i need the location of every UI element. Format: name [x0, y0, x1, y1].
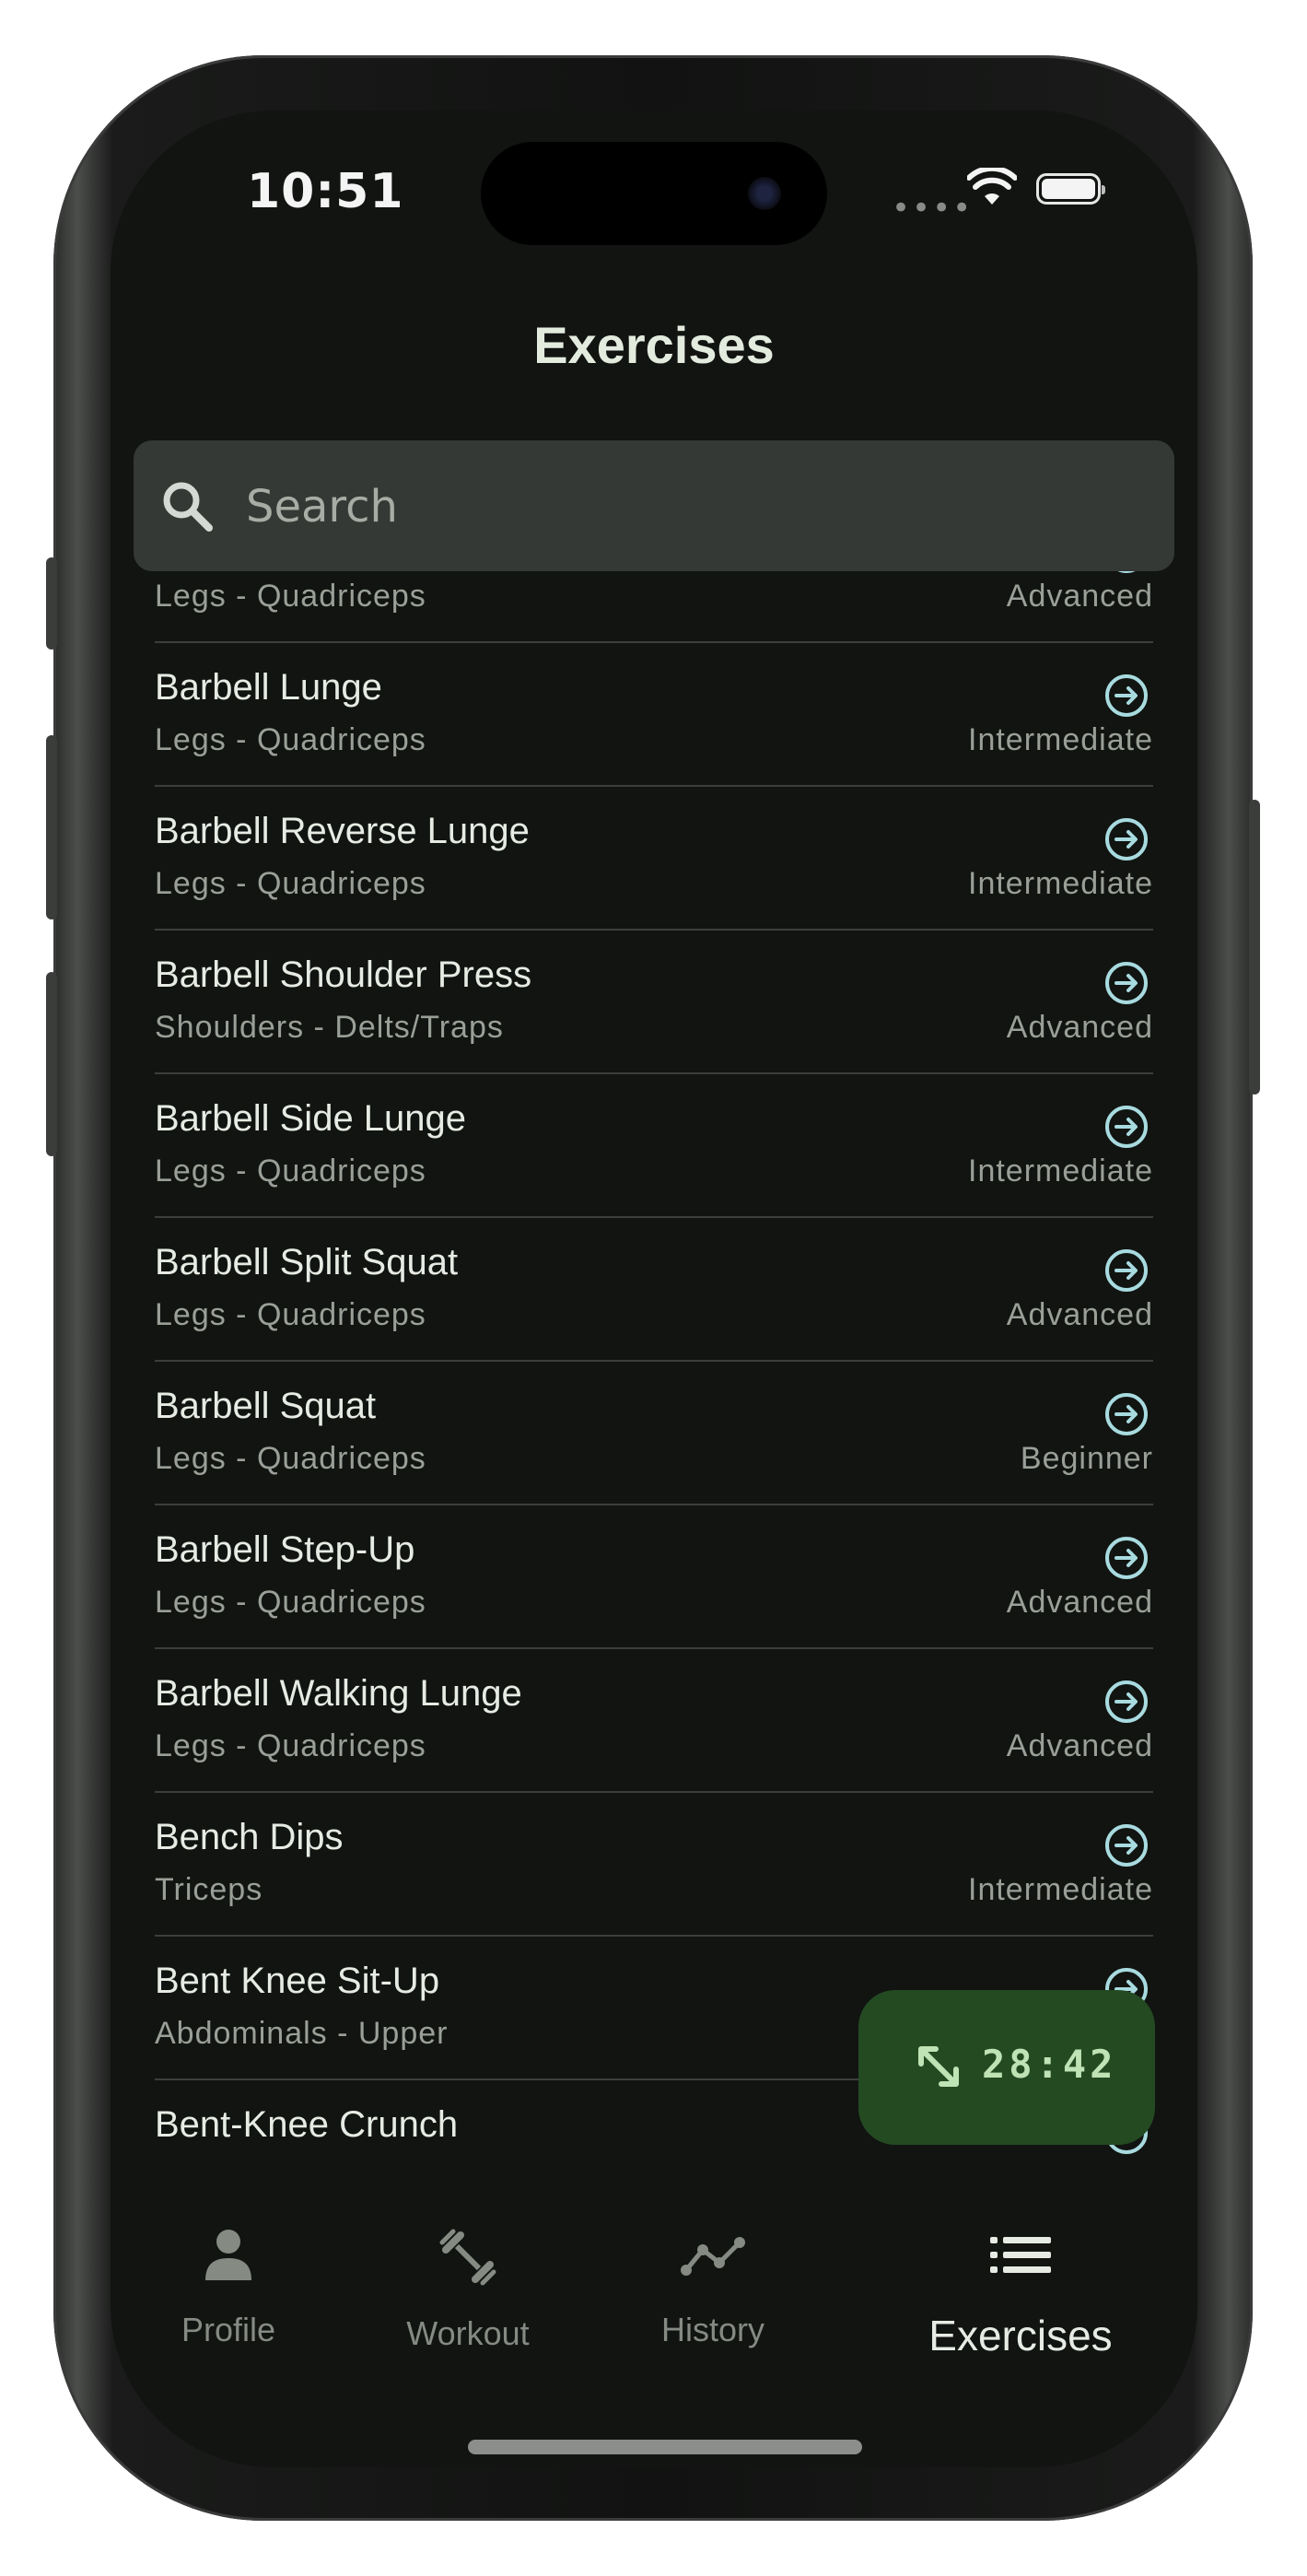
- exercise-category: Legs - Quadriceps: [155, 579, 426, 614]
- exercise-name: Barbell Shoulder Press: [155, 954, 532, 995]
- exercise-category: Abdominals - Upper: [155, 2016, 449, 2051]
- exercise-name: Barbell Step-Up: [155, 1529, 415, 1570]
- exercise-level: Advanced: [1006, 1585, 1153, 1620]
- arrow-circle-right-icon[interactable]: [1103, 571, 1149, 575]
- phone-side-button: [1249, 800, 1260, 1095]
- search-icon: [163, 482, 213, 532]
- exercise-row[interactable]: Bench Dips Triceps Intermediate: [155, 1793, 1153, 1937]
- arrow-circle-right-icon[interactable]: [1103, 1822, 1149, 1868]
- page-title: Exercises: [533, 316, 775, 374]
- tab-label: Workout: [406, 2314, 530, 2352]
- arrow-circle-right-icon[interactable]: [1103, 960, 1149, 1006]
- tab-label: Exercises: [928, 2312, 1113, 2359]
- exercise-name: Barbell Lunge: [155, 667, 382, 708]
- exercise-row[interactable]: Barbell Hack SquatLegs - QuadricepsAdvan…: [155, 571, 1153, 643]
- exercise-level: Advanced: [1006, 1010, 1153, 1045]
- tab-history[interactable]: History: [623, 2191, 803, 2394]
- phone-volume-down-button: [46, 972, 57, 1156]
- status-bar: 10:51 ••••: [111, 111, 1197, 286]
- home-indicator: [468, 2440, 862, 2454]
- wifi-icon: [967, 168, 1017, 205]
- exercise-category: Triceps: [155, 1872, 263, 1907]
- arrow-circle-right-icon[interactable]: [1103, 1391, 1149, 1437]
- arrow-circle-right-icon[interactable]: [1103, 1104, 1149, 1150]
- arrow-circle-right-icon[interactable]: [1103, 673, 1149, 719]
- exercise-list[interactable]: Barbell Hack SquatLegs - QuadricepsAdvan…: [111, 571, 1197, 2190]
- exercise-row[interactable]: Barbell Step-Up Legs - Quadriceps Advanced: [155, 1505, 1153, 1649]
- exercise-row[interactable]: Barbell Side Lunge Legs - Quadriceps Inter…: [155, 1074, 1153, 1218]
- search-input[interactable]: [244, 466, 1132, 547]
- exercise-row[interactable]: Barbell Squat Legs - Quadriceps Beginner: [155, 1362, 1153, 1505]
- exercise-level: Beginner: [1020, 1441, 1153, 1476]
- exercise-name: Bent-Knee Crunch: [155, 2104, 459, 2145]
- exercise-category: Legs - Quadriceps: [155, 722, 426, 757]
- tab-label: Profile: [181, 2311, 276, 2348]
- exercise-name: Barbell Squat: [155, 1386, 377, 1426]
- exercise-row[interactable]: Barbell Split Squat Legs - Quadriceps Adva…: [155, 1218, 1153, 1362]
- exercise-category: Legs - Quadriceps: [155, 1153, 426, 1188]
- exercise-category: Legs - Quadriceps: [155, 1585, 426, 1620]
- camera-icon: [748, 177, 781, 210]
- phone-volume-up-button: [46, 735, 57, 919]
- exercise-name: Barbell Walking Lunge: [155, 1673, 522, 1714]
- exercise-row[interactable]: Barbell Walking Lunge Legs - Quadriceps Ad…: [155, 1649, 1153, 1793]
- exercise-level: Intermediate: [968, 722, 1153, 757]
- exercise-row[interactable]: Barbell Shoulder Press Shoulders - Delts/…: [155, 931, 1153, 1074]
- exercise-category: Shoulders - Delts/Traps: [155, 1010, 504, 1045]
- exercise-category: Legs - Quadriceps: [155, 1441, 426, 1476]
- search-bar[interactable]: [134, 440, 1174, 571]
- tab-workout[interactable]: Workout: [378, 2191, 558, 2394]
- tab-label: History: [660, 2311, 764, 2348]
- arrow-circle-right-icon[interactable]: [1103, 816, 1149, 862]
- chart-line-icon: [681, 2237, 745, 2276]
- exercise-level: Intermediate: [968, 866, 1153, 901]
- exercise-name: Barbell Side Lunge: [155, 1098, 467, 1139]
- screen: 10:51 •••• Exercises Barbell Hack SquatL…: [111, 111, 1197, 2467]
- exercise-category: Legs - Quadriceps: [155, 1297, 426, 1332]
- exercise-name: Barbell Reverse Lunge: [155, 811, 530, 851]
- phone-action-button: [46, 557, 57, 650]
- exercise-name: Bent Knee Sit-Up: [155, 1961, 440, 2001]
- exercise-level: Advanced: [1006, 579, 1153, 614]
- arrow-circle-right-icon[interactable]: [1103, 1535, 1149, 1581]
- exercise-level: Intermediate: [968, 1872, 1153, 1907]
- exercise-category: Legs - Quadriceps: [155, 1728, 426, 1763]
- workout-timer-value: 28:42: [982, 2042, 1117, 2087]
- exercise-name: Barbell Split Squat: [155, 1242, 459, 1282]
- dumbbell-icon: [439, 2229, 496, 2286]
- tab-exercises[interactable]: Exercises: [912, 2191, 1129, 2394]
- exercise-level: Advanced: [1006, 1297, 1153, 1332]
- list-icon: [990, 2237, 1051, 2273]
- exercise-row[interactable]: Barbell Lunge Legs - Quadriceps Intermedia…: [155, 643, 1153, 787]
- exercise-name: Bench Dips: [155, 1817, 344, 1857]
- exercise-level: Intermediate: [968, 1153, 1153, 1188]
- workout-timer-button[interactable]: 28:42: [858, 1990, 1155, 2145]
- exercise-row[interactable]: Barbell Reverse Lunge Legs - Quadriceps In…: [155, 787, 1153, 931]
- exercise-level: Advanced: [1006, 1728, 1153, 1763]
- exercise-category: Legs - Quadriceps: [155, 866, 426, 901]
- signal-dots-icon: ••••: [892, 190, 974, 227]
- person-icon: [205, 2230, 251, 2280]
- expand-arrows-icon: [918, 2046, 959, 2087]
- dynamic-island: [481, 142, 827, 245]
- battery-icon: [1036, 173, 1105, 205]
- arrow-circle-right-icon[interactable]: [1103, 1679, 1149, 1725]
- arrow-circle-right-icon[interactable]: [1103, 1247, 1149, 1294]
- tab-profile[interactable]: Profile: [138, 2191, 319, 2394]
- status-time: 10:51: [247, 164, 404, 219]
- tab-bar: Profile Workout History Exercises: [111, 2191, 1197, 2467]
